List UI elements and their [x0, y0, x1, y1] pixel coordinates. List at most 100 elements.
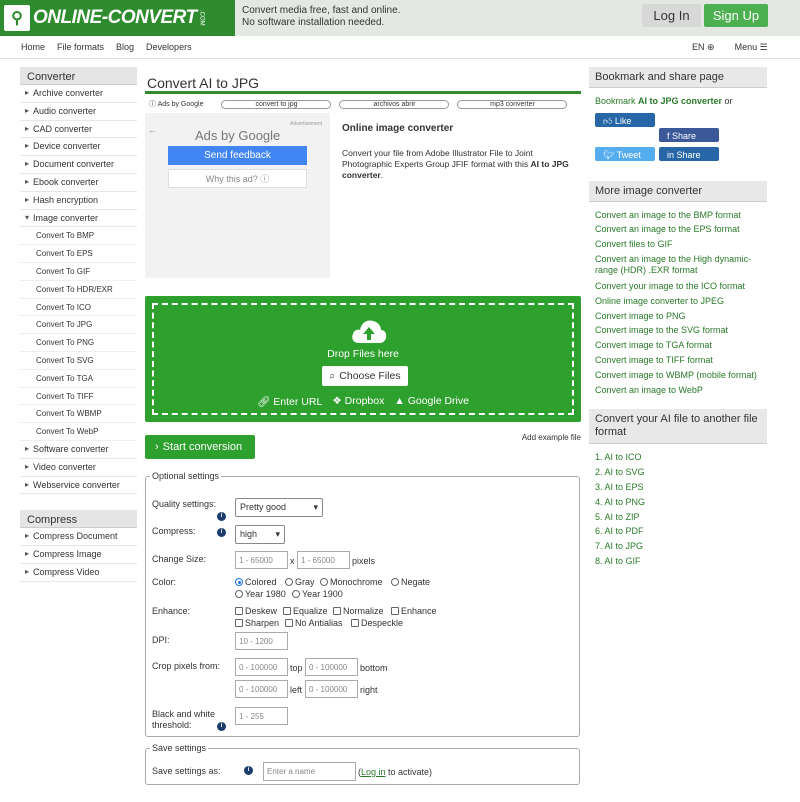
more-link-tiff[interactable]: Convert image to TIFF format [595, 355, 713, 365]
color-radio-monochrome[interactable]: Monochrome [320, 577, 383, 587]
enhance-no-antialias[interactable]: No Antialias [285, 618, 343, 628]
enhance-deskew[interactable]: Deskew [235, 606, 277, 616]
crop-right-input[interactable]: 0 - 100000 [305, 680, 358, 698]
nav-home[interactable]: Home [21, 42, 45, 52]
convert-link-zip[interactable]: 5. AI to ZIP [595, 512, 640, 522]
choose-files-button[interactable]: ⌕ Choose Files [322, 366, 408, 386]
sidebar-sub-eps[interactable]: Convert To EPS [20, 245, 137, 263]
google-drive-button[interactable]: ▲ Google Drive [394, 395, 469, 408]
sidebar-sub-tiff[interactable]: Convert To TIFF [20, 388, 137, 406]
sidebar-item-webservice[interactable]: Webservice converter [20, 477, 137, 495]
bookmark-link[interactable]: Bookmark [595, 96, 638, 106]
sidebar-item-ebook[interactable]: Ebook converter [20, 174, 137, 192]
more-link-tga[interactable]: Convert image to TGA format [595, 340, 712, 350]
enhance-despeckle[interactable]: Despeckle [351, 618, 403, 628]
login-button[interactable]: Log In [642, 4, 701, 27]
nav-developers[interactable]: Developers [146, 42, 192, 52]
convert-link-pdf[interactable]: 6. AI to PDF [595, 526, 644, 536]
login-link[interactable]: Log in [361, 767, 386, 777]
nav-blog[interactable]: Blog [116, 42, 134, 52]
convert-link-svg[interactable]: 2. AI to SVG [595, 467, 645, 477]
signup-button[interactable]: Sign Up [704, 4, 768, 27]
tweet-button[interactable]: 🐦︎ Tweet [595, 146, 655, 161]
sidebar-sub-tga[interactable]: Convert To TGA [20, 370, 137, 388]
color-radio-negate[interactable]: Negate [391, 577, 430, 587]
nav-file-formats[interactable]: File formats [57, 42, 104, 52]
sidebar-sub-svg[interactable]: Convert To SVG [20, 352, 137, 370]
more-link-webp[interactable]: Convert an image to WebP [595, 385, 703, 395]
more-link-svg[interactable]: Convert image to the SVG format [595, 325, 728, 335]
start-conversion-button[interactable]: › Start conversion [145, 435, 255, 459]
height-input[interactable]: 1 - 65000 [297, 551, 350, 569]
send-feedback-button[interactable]: Send feedback [168, 146, 307, 165]
sidebar-item-cad[interactable]: CAD converter [20, 121, 137, 139]
bw-info-icon[interactable]: i [217, 722, 226, 731]
compress-info-icon[interactable]: i [217, 528, 226, 537]
sidebar-item-video[interactable]: Video converter [20, 459, 137, 477]
add-example-file-link[interactable]: Add example file [522, 433, 581, 442]
convert-link-jpg[interactable]: 7. AI to JPG [595, 541, 643, 551]
dropbox-button[interactable]: ❖ Dropbox [332, 395, 384, 408]
enhance-sharpen[interactable]: Sharpen [235, 618, 279, 628]
more-link-wbmp[interactable]: Convert image to WBMP (mobile format) [595, 370, 757, 380]
dpi-input[interactable]: 10 - 1200 [235, 632, 288, 650]
ad-tab-convert-to-jpg[interactable]: convert to jpg [221, 99, 332, 109]
ad-tab-archivos-abrir[interactable]: archivos abrir [339, 99, 450, 109]
why-this-ad-button[interactable]: Why this ad? ⓘ [168, 169, 307, 188]
crop-bottom-input[interactable]: 0 - 100000 [305, 658, 358, 676]
bw-threshold-input[interactable]: 1 - 255 [235, 707, 288, 725]
enhance-normalize[interactable]: Normalize [333, 606, 384, 616]
sidebar-item-device[interactable]: Device converter [20, 138, 137, 157]
sidebar-sub-webp[interactable]: Convert To WebP [20, 423, 137, 441]
more-link-hdr[interactable]: Convert an image to the High dynamic-ran… [595, 254, 751, 276]
sidebar-item-software[interactable]: Software converter [20, 441, 137, 459]
sidebar-sub-jpg[interactable]: Convert To JPG [20, 316, 137, 335]
linkedin-share-button[interactable]: in Share [659, 146, 719, 161]
quality-info-icon[interactable]: i [217, 512, 226, 521]
facebook-share-button[interactable]: f Share [659, 127, 719, 142]
save-name-input[interactable]: Enter a name [263, 762, 356, 781]
facebook-like-button[interactable]: 👍︎ Like 109K [595, 112, 655, 141]
sidebar-item-audio[interactable]: Audio converter [20, 103, 137, 121]
color-radio-gray[interactable]: Gray [285, 577, 315, 587]
enhance-equalize[interactable]: Equalize [283, 606, 328, 616]
sidebar-sub-png[interactable]: Convert To PNG [20, 334, 137, 352]
more-link-eps[interactable]: Convert an image to the EPS format [595, 224, 740, 234]
crop-left-input[interactable]: 0 - 100000 [235, 680, 288, 698]
ad-tab-mp3-converter[interactable]: mp3 converter [457, 99, 568, 109]
color-radio-colored[interactable]: Colored [235, 577, 277, 587]
sidebar-item-image[interactable]: Image converter [20, 210, 137, 228]
convert-link-gif[interactable]: 8. AI to GIF [595, 556, 641, 566]
sidebar-sub-ico[interactable]: Convert To ICO [20, 299, 137, 317]
back-arrow-icon[interactable]: ← [148, 125, 157, 135]
sidebar-sub-hdr[interactable]: Convert To HDR/EXR [20, 281, 137, 299]
menu-button[interactable]: Menu ☰ [735, 42, 768, 53]
sidebar-item-archive[interactable]: Archive converter [20, 85, 137, 103]
sidebar-sub-gif[interactable]: Convert To GIF [20, 263, 137, 281]
sidebar-item-hash[interactable]: Hash encryption [20, 192, 137, 210]
enhance-enhance[interactable]: Enhance [391, 606, 437, 616]
sidebar-item-compress-video[interactable]: Compress Video [20, 564, 137, 582]
convert-link-eps[interactable]: 3. AI to EPS [595, 482, 644, 492]
logo[interactable]: ⚲ ONLINE-CONVERT .COM [4, 4, 230, 32]
sidebar-item-compress-image[interactable]: Compress Image [20, 546, 137, 564]
color-radio-1900[interactable]: Year 1900 [292, 589, 343, 599]
more-link-ico[interactable]: Convert your image to the ICO format [595, 281, 745, 291]
enter-url-button[interactable]: 🔗︎ Enter URL [257, 395, 322, 408]
convert-link-png[interactable]: 4. AI to PNG [595, 497, 645, 507]
sidebar-item-compress-document[interactable]: Compress Document [20, 528, 137, 547]
bookmark-converter-link[interactable]: AI to JPG converter [638, 96, 722, 106]
file-drop-zone[interactable]: Drop Files here ⌕ Choose Files 🔗︎ Enter U… [145, 296, 581, 422]
more-link-jpeg[interactable]: Online image converter to JPEG [595, 296, 724, 306]
quality-select[interactable]: Pretty good [235, 498, 323, 517]
crop-top-input[interactable]: 0 - 100000 [235, 658, 288, 676]
save-info-icon[interactable]: i [244, 766, 253, 775]
sidebar-sub-bmp[interactable]: Convert To BMP [20, 227, 137, 246]
color-radio-1980[interactable]: Year 1980 [235, 589, 286, 599]
more-link-bmp[interactable]: Convert an image to the BMP format [595, 210, 741, 220]
convert-link-ico[interactable]: 1. AI to ICO [595, 452, 642, 462]
width-input[interactable]: 1 - 65000 [235, 551, 288, 569]
language-selector[interactable]: EN ⊕ [692, 42, 715, 53]
compress-select[interactable]: high [235, 525, 285, 544]
sidebar-item-document[interactable]: Document converter [20, 156, 137, 174]
